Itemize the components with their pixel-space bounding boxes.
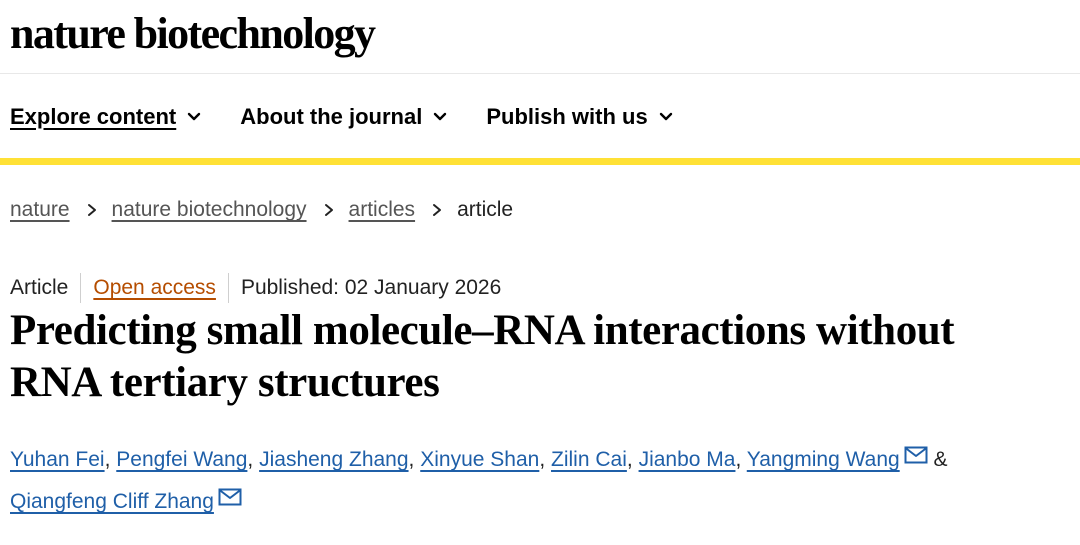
author-link[interactable]: Xinyue Shan bbox=[420, 448, 539, 471]
author-link[interactable]: Jianbo Ma bbox=[639, 448, 736, 471]
article-meta: Article Open access Published: 02 Januar… bbox=[0, 273, 1080, 303]
site-header: nature biotechnology bbox=[0, 0, 1080, 74]
author-separator: , bbox=[539, 448, 546, 471]
author-separator: , bbox=[247, 448, 254, 471]
breadcrumb-article: article bbox=[457, 198, 514, 221]
page: nature biotechnology Explore content Abo… bbox=[0, 0, 1080, 545]
open-access-link[interactable]: Open access bbox=[93, 276, 216, 300]
breadcrumb-articles[interactable]: articles bbox=[349, 198, 416, 222]
published-date: Published: 02 January 2026 bbox=[240, 276, 502, 299]
meta-divider bbox=[80, 273, 82, 303]
accent-divider bbox=[0, 158, 1080, 165]
author-link[interactable]: Qiangfeng Cliff Zhang bbox=[10, 490, 214, 513]
author-separator: , bbox=[735, 448, 742, 471]
breadcrumb-nature[interactable]: nature bbox=[10, 198, 70, 222]
author-link[interactable]: Yangming Wang bbox=[747, 448, 900, 471]
author-separator: , bbox=[626, 448, 633, 471]
main-nav: Explore content About the journal Publis… bbox=[0, 76, 1080, 158]
author-link[interactable]: Zilin Cai bbox=[551, 448, 627, 471]
meta-divider bbox=[227, 273, 229, 303]
chevron-down-icon bbox=[188, 112, 201, 121]
article-title: Predicting small molecule–RNA interactio… bbox=[0, 305, 1080, 409]
nav-publish-with-us-label: Publish with us bbox=[486, 104, 648, 129]
author-list: Yuhan Fei, Pengfei Wang, Jiasheng Zhang,… bbox=[0, 439, 1070, 523]
breadcrumb: nature nature biotechnology articles art… bbox=[0, 195, 1080, 225]
author-separator: , bbox=[408, 448, 415, 471]
breadcrumb-nature-biotechnology[interactable]: nature biotechnology bbox=[112, 198, 307, 222]
chevron-right-icon bbox=[87, 204, 96, 216]
article-type: Article bbox=[10, 276, 69, 299]
journal-logo[interactable]: nature biotechnology bbox=[10, 0, 1080, 56]
and-symbol: & bbox=[933, 448, 948, 471]
chevron-right-icon bbox=[433, 204, 442, 216]
chevron-down-icon bbox=[659, 112, 672, 121]
author-link[interactable]: Yuhan Fei bbox=[10, 448, 105, 471]
nav-about-the-journal[interactable]: About the journal bbox=[240, 104, 448, 130]
article-title-line-2: RNA tertiary structures bbox=[10, 359, 440, 406]
author-separator: , bbox=[104, 448, 111, 471]
nav-publish-with-us[interactable]: Publish with us bbox=[486, 104, 673, 130]
mail-icon[interactable] bbox=[904, 446, 928, 464]
chevron-right-icon bbox=[324, 204, 333, 216]
nav-about-the-journal-label: About the journal bbox=[240, 104, 423, 129]
article-title-line-1: Predicting small molecule–RNA interactio… bbox=[10, 307, 955, 354]
mail-icon[interactable] bbox=[218, 488, 242, 506]
author-link[interactable]: Jiasheng Zhang bbox=[259, 448, 408, 471]
nav-explore-content-label: Explore content bbox=[10, 104, 177, 129]
chevron-down-icon bbox=[434, 112, 447, 121]
nav-explore-content[interactable]: Explore content bbox=[10, 104, 202, 130]
author-link[interactable]: Pengfei Wang bbox=[116, 448, 247, 471]
